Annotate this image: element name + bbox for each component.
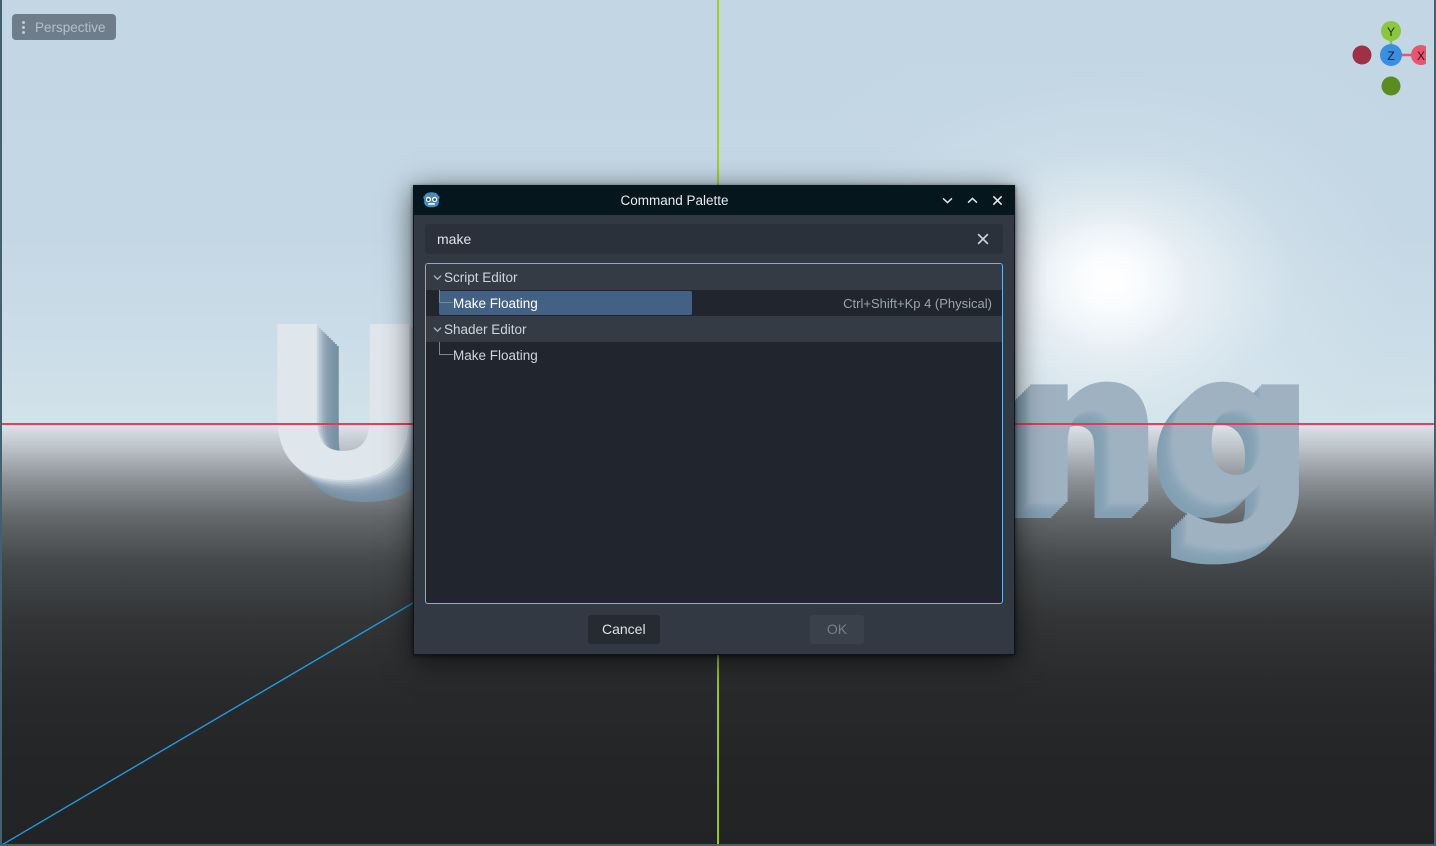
tree-item-row[interactable]: Make Floating Ctrl+Shift+Kp 4 (Physical)	[426, 290, 1002, 316]
dialog-titlebar[interactable]: Command Palette	[414, 186, 1014, 215]
ok-button[interactable]: OK	[810, 614, 864, 644]
search-input[interactable]	[437, 231, 973, 247]
dialog-body: Script Editor Make Floating Ctrl+Shift+K…	[414, 215, 1014, 604]
tree-branch-icon	[436, 342, 453, 368]
chevron-down-icon[interactable]	[430, 264, 444, 290]
tree-branch-icon	[436, 290, 453, 316]
perspective-menu-button[interactable]: Perspective	[12, 14, 116, 40]
chevron-down-icon[interactable]	[430, 316, 444, 342]
dialog-footer: Cancel OK	[414, 604, 1014, 654]
command-palette-dialog[interactable]: Command Palette make Script Editor Make …	[413, 185, 1015, 655]
category-label: Script Editor	[444, 269, 518, 285]
close-button[interactable]	[985, 188, 1010, 213]
tree-category-row[interactable]: Shader Editor	[426, 316, 1002, 342]
command-label: Make Floating	[453, 347, 538, 363]
godot-logo-icon	[422, 191, 441, 210]
perspective-label: Perspective	[35, 19, 106, 35]
window-buttons	[935, 188, 1010, 213]
command-label: Make Floating	[453, 295, 538, 311]
kebab-menu-icon	[18, 20, 29, 34]
tree-category-row[interactable]: Script Editor	[426, 264, 1002, 290]
command-shortcut: Ctrl+Shift+Kp 4 (Physical)	[843, 295, 992, 311]
maximize-button[interactable]	[960, 188, 985, 213]
clear-search-icon[interactable]	[973, 229, 993, 249]
tree-item-row[interactable]: Make Floating	[426, 342, 1002, 368]
command-results-tree[interactable]: Script Editor Make Floating Ctrl+Shift+K…	[425, 263, 1003, 604]
category-label: Shader Editor	[444, 321, 527, 337]
cancel-button[interactable]: Cancel	[588, 614, 660, 644]
minimize-button[interactable]	[935, 188, 960, 213]
search-bar[interactable]	[425, 224, 1003, 254]
dialog-title: Command Palette	[620, 193, 729, 208]
